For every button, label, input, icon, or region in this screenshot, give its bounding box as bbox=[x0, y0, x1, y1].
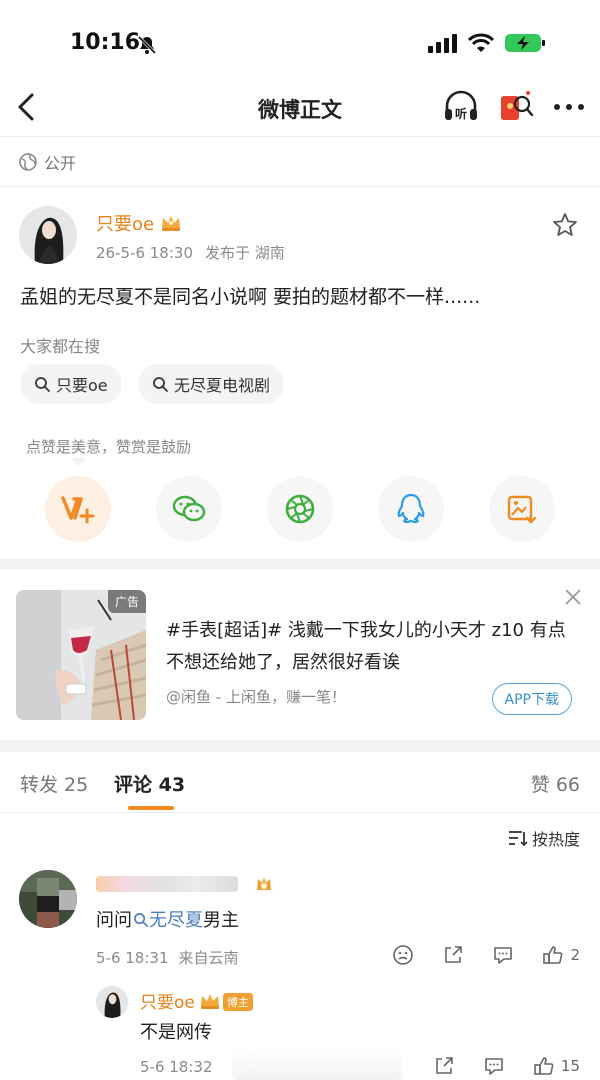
reply-icon[interactable] bbox=[483, 1055, 505, 1077]
comment-text: 问问 无尽夏男主 bbox=[96, 906, 239, 932]
svg-text:听: 听 bbox=[455, 106, 467, 121]
thumbs-up-icon bbox=[534, 1057, 554, 1075]
status-time: 10:16 bbox=[70, 30, 141, 55]
sort-icon bbox=[508, 831, 528, 847]
status-indicators bbox=[428, 32, 546, 54]
search-icon bbox=[35, 377, 50, 392]
share-wechat-button[interactable] bbox=[156, 476, 222, 542]
post-content: 孟姐的无尽夏不是同名小说啊 要拍的题材都不一样...... bbox=[20, 286, 481, 308]
reply-author-avatar[interactable] bbox=[96, 986, 128, 1018]
thumbs-up-icon bbox=[543, 946, 563, 964]
comment-text-suffix: 男主 bbox=[203, 910, 239, 931]
comment-time: 5-6 18:31 bbox=[96, 948, 169, 967]
weibo-reward-icon bbox=[61, 496, 95, 524]
sort-button[interactable]: 按热度 bbox=[508, 826, 580, 850]
ad-source[interactable]: @闲鱼 - 上闲鱼，赚一笔！ bbox=[166, 686, 346, 707]
reward-hint: 点赞是美意，赞赏是鼓励 bbox=[26, 438, 192, 456]
topic-link-text: 无尽夏 bbox=[149, 910, 203, 931]
qq-icon bbox=[397, 493, 425, 524]
favorite-star-icon[interactable] bbox=[552, 212, 578, 238]
ad-title[interactable]: #手表[超话]# 浅戴一下我女儿的小天才 z10 有点不想还给她了，居然很好看诶 bbox=[166, 615, 566, 679]
hot-search-label: 大家都在搜 bbox=[20, 337, 101, 356]
search-icon bbox=[153, 377, 168, 392]
more-options-icon[interactable] bbox=[552, 88, 586, 126]
reply-icon[interactable] bbox=[492, 944, 514, 966]
blogger-tag: 博主 bbox=[222, 993, 253, 1011]
sort-label: 按热度 bbox=[531, 830, 580, 849]
comment-actions: 2 bbox=[392, 944, 580, 966]
search-chip-2[interactable]: 无尽夏电视剧 bbox=[138, 364, 285, 404]
visibility-label: 公开 bbox=[44, 154, 77, 173]
section-gap bbox=[0, 740, 600, 752]
battery-charging-icon bbox=[505, 34, 545, 52]
nav-divider bbox=[0, 136, 600, 137]
search-chip-label: 只要oe bbox=[56, 376, 108, 395]
red-packet-search-icon[interactable] bbox=[498, 88, 534, 126]
ad-thumbnail[interactable]: 广告 bbox=[16, 590, 146, 720]
reply-text: 不是网传 bbox=[140, 1022, 212, 1043]
repost-icon[interactable] bbox=[433, 1055, 455, 1077]
reply-author[interactable]: 只要oe 博主 bbox=[140, 988, 253, 1013]
ad-tag: 广告 bbox=[107, 590, 146, 613]
visibility-row: 公开 bbox=[18, 150, 76, 174]
comment-meta: 5-6 18:31 来自云南 bbox=[96, 947, 239, 968]
silent-bell-icon bbox=[137, 35, 157, 55]
active-tab-indicator bbox=[128, 806, 174, 810]
repost-icon[interactable] bbox=[442, 944, 464, 966]
search-chip-label: 无尽夏电视剧 bbox=[174, 376, 271, 395]
tab-likes[interactable]: 赞 66 bbox=[531, 770, 580, 797]
blurred-overlay bbox=[232, 1050, 402, 1080]
commenter-name-redacted[interactable] bbox=[96, 876, 238, 892]
author-name[interactable]: 只要oe bbox=[96, 210, 182, 236]
comment-like-count: 2 bbox=[570, 946, 580, 964]
avatar-photo bbox=[96, 986, 128, 1018]
globe-icon bbox=[19, 153, 37, 171]
reply-actions: 15 bbox=[433, 1055, 580, 1077]
vip-crown-icon bbox=[162, 216, 181, 231]
comment-like-button[interactable]: 2 bbox=[542, 944, 580, 966]
author-avatar[interactable] bbox=[19, 206, 77, 264]
signal-icon bbox=[428, 34, 457, 53]
tab-comments[interactable]: 评论 43 bbox=[114, 770, 185, 797]
reply-like-count: 15 bbox=[560, 1057, 580, 1075]
moments-icon bbox=[285, 494, 315, 524]
search-icon bbox=[134, 913, 148, 927]
wechat-icon bbox=[172, 495, 206, 522]
section-gap bbox=[0, 558, 600, 570]
ad-download-button[interactable]: APP下载 bbox=[491, 683, 572, 715]
topic-search-link[interactable]: 无尽夏 bbox=[132, 910, 203, 931]
post-date: 26-5-6 18:30 bbox=[96, 243, 193, 262]
visibility-divider bbox=[0, 186, 600, 187]
tab-reposts[interactable]: 转发 25 bbox=[20, 770, 88, 797]
vip-crown-icon bbox=[200, 994, 219, 1009]
reply-meta: 5-6 18:32 bbox=[140, 1058, 213, 1076]
author-name-text: 只要oe bbox=[96, 214, 155, 235]
save-image-icon bbox=[507, 495, 537, 524]
nav-actions: 听 bbox=[442, 88, 586, 126]
listen-audio-icon[interactable]: 听 bbox=[442, 88, 480, 126]
wifi-icon bbox=[468, 33, 494, 52]
dislike-face-icon[interactable] bbox=[392, 944, 414, 966]
avatar-photo bbox=[19, 206, 77, 264]
reply-like-button[interactable]: 15 bbox=[533, 1055, 580, 1077]
share-moments-button[interactable] bbox=[267, 476, 333, 542]
avatar-photo bbox=[19, 870, 77, 928]
tabs-divider bbox=[0, 812, 600, 813]
hint-pointer bbox=[70, 458, 86, 466]
reward-button[interactable] bbox=[45, 476, 111, 542]
post-meta: 26-5-6 18:30 发布于 湖南 bbox=[96, 242, 285, 263]
comment-source: 来自云南 bbox=[178, 949, 239, 967]
save-image-button[interactable] bbox=[489, 476, 555, 542]
reply-author-name: 只要oe bbox=[140, 993, 195, 1013]
close-icon[interactable] bbox=[564, 588, 582, 606]
commenter-avatar[interactable] bbox=[19, 870, 77, 928]
search-chip-1[interactable]: 只要oe bbox=[20, 364, 122, 404]
post-location: 发布于 湖南 bbox=[205, 244, 285, 262]
fan-badge-icon bbox=[257, 877, 271, 890]
reply-time: 5-6 18:32 bbox=[140, 1058, 213, 1076]
share-qq-button[interactable] bbox=[378, 476, 444, 542]
comment-text-prefix: 问问 bbox=[96, 910, 132, 931]
